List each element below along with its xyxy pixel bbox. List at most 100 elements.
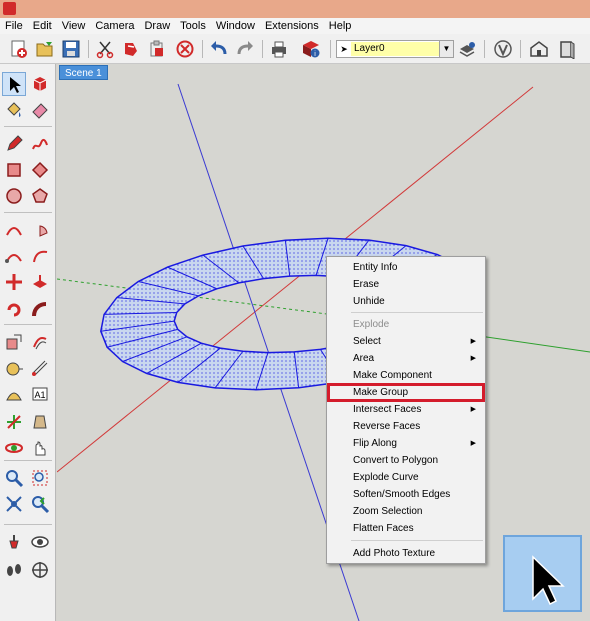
axes-icon[interactable]: [2, 410, 26, 434]
palette-separator: [4, 460, 52, 461]
toolbar-separator: [88, 40, 89, 58]
menu-item-label: Make Group: [353, 387, 409, 398]
sketchup-logo-icon: [3, 2, 16, 15]
redo-icon[interactable]: [234, 38, 256, 60]
menu-item-label: Flatten Faces: [353, 523, 414, 534]
undo-icon[interactable]: [208, 38, 230, 60]
print-icon[interactable]: [268, 38, 290, 60]
menu-view[interactable]: View: [57, 18, 91, 34]
menu-item-flatten-faces[interactable]: Flatten Faces: [328, 520, 484, 537]
menu-separator: [351, 540, 483, 541]
menu-item-select[interactable]: Select ▶: [328, 333, 484, 350]
zoom-window-icon[interactable]: [28, 466, 52, 490]
toolbar-separator: [262, 40, 263, 58]
copy-icon[interactable]: [120, 38, 142, 60]
menu-file[interactable]: File: [0, 18, 28, 34]
menu-item-intersect-faces[interactable]: Intersect Faces ▶: [328, 401, 484, 418]
toolbar-separator: [330, 40, 331, 58]
menu-item-entity-info[interactable]: Entity Info: [328, 259, 484, 276]
menu-item-convert-to-polygon[interactable]: Convert to Polygon: [328, 452, 484, 469]
eraser-icon[interactable]: [28, 98, 52, 122]
menu-item-label: Entity Info: [353, 262, 398, 273]
menu-extensions[interactable]: Extensions: [260, 18, 324, 34]
vray-icon[interactable]: [492, 38, 514, 60]
menu-item-label: Convert to Polygon: [353, 455, 439, 466]
menu-item-zoom-selection[interactable]: Zoom Selection: [328, 503, 484, 520]
walk-icon[interactable]: [2, 558, 26, 582]
menu-item-make-component[interactable]: Make Component: [328, 367, 484, 384]
freehand-icon[interactable]: [28, 132, 52, 156]
menu-draw[interactable]: Draw: [139, 18, 175, 34]
move-icon[interactable]: [2, 270, 26, 294]
rotated-rectangle-icon[interactable]: [28, 158, 52, 182]
rectangle-icon[interactable]: [2, 158, 26, 182]
select-icon[interactable]: [2, 72, 26, 96]
menu-item-add-photo-texture[interactable]: Add Photo Texture: [328, 545, 484, 562]
tape-measure-icon[interactable]: [2, 356, 26, 380]
follow-me-icon[interactable]: [28, 298, 52, 322]
menu-item-make-group[interactable]: Make Group: [327, 383, 485, 402]
scale-icon[interactable]: [2, 330, 26, 354]
menu-tools[interactable]: Tools: [175, 18, 211, 34]
paint-bucket-icon[interactable]: [2, 98, 26, 122]
zoom-extents-icon[interactable]: [2, 492, 26, 516]
layer-selector[interactable]: ➤ Layer0 ▼: [336, 40, 454, 58]
menu-item-reverse-faces[interactable]: Reverse Faces: [328, 418, 484, 435]
menu-item-unhide[interactable]: Unhide: [328, 293, 484, 310]
pie-icon[interactable]: [28, 218, 52, 242]
two-point-arc-icon[interactable]: [2, 244, 26, 268]
menu-item-label: Zoom Selection: [353, 506, 423, 517]
menu-item-label: Make Component: [353, 370, 432, 381]
menu-item-explode-curve[interactable]: Explode Curve: [328, 469, 484, 486]
text-icon[interactable]: A1: [28, 382, 52, 406]
offset-icon[interactable]: [28, 330, 52, 354]
model-info-icon[interactable]: i: [300, 38, 322, 60]
paste-icon[interactable]: [146, 38, 168, 60]
menu-item-erase[interactable]: Erase: [328, 276, 484, 293]
pan-icon[interactable]: [28, 436, 52, 460]
menu-edit[interactable]: Edit: [28, 18, 57, 34]
component-icon[interactable]: [28, 72, 52, 96]
protractor-icon[interactable]: [2, 382, 26, 406]
pencil-icon[interactable]: [2, 132, 26, 156]
arc-icon[interactable]: [2, 218, 26, 242]
orbit-icon[interactable]: [2, 436, 26, 460]
three-point-arc-icon[interactable]: [28, 244, 52, 268]
menu-item-label: Add Photo Texture: [353, 548, 436, 559]
svg-text:A1: A1: [34, 390, 45, 400]
chevron-down-icon[interactable]: ▼: [439, 41, 453, 57]
select-arrow-icon: ➤: [340, 43, 348, 54]
menu-window[interactable]: Window: [211, 18, 260, 34]
circle-icon[interactable]: [2, 184, 26, 208]
submenu-arrow-icon: ▶: [470, 406, 476, 413]
layer-manager-icon[interactable]: [456, 38, 478, 60]
menu-camera[interactable]: Camera: [90, 18, 139, 34]
previous-view-icon[interactable]: [28, 492, 52, 516]
open-folder-icon[interactable]: [34, 38, 56, 60]
menu-item-soften-smooth-edges[interactable]: Soften/Smooth Edges: [328, 486, 484, 503]
position-camera-icon[interactable]: [2, 530, 26, 554]
menu-item-flip-along[interactable]: Flip Along ▶: [328, 435, 484, 452]
push-pull-icon[interactable]: [28, 270, 52, 294]
rotate-icon[interactable]: [2, 298, 26, 322]
erase-icon[interactable]: [174, 38, 196, 60]
menu-help[interactable]: Help: [324, 18, 357, 34]
warehouse-icon[interactable]: [528, 38, 550, 60]
zoom-icon[interactable]: [2, 466, 26, 490]
menu-item-area[interactable]: Area ▶: [328, 350, 484, 367]
new-document-icon[interactable]: [8, 38, 30, 60]
submenu-arrow-icon: ▶: [470, 355, 476, 362]
palette-separator: [4, 212, 52, 213]
save-icon[interactable]: [60, 38, 82, 60]
dimension-icon[interactable]: [28, 356, 52, 380]
extension-icon[interactable]: [556, 38, 578, 60]
look-around-icon[interactable]: [28, 530, 52, 554]
section-plane-icon[interactable]: [28, 410, 52, 434]
menu-item-explode: Explode: [328, 316, 484, 333]
section-icon[interactable]: [28, 558, 52, 582]
tab-scene-1[interactable]: Scene 1: [59, 65, 108, 80]
menu-item-label: Intersect Faces: [353, 404, 422, 415]
polygon-icon[interactable]: [28, 184, 52, 208]
cut-icon[interactable]: [94, 38, 116, 60]
sketchup-window: File Edit View Camera Draw Tools Window …: [0, 0, 590, 621]
